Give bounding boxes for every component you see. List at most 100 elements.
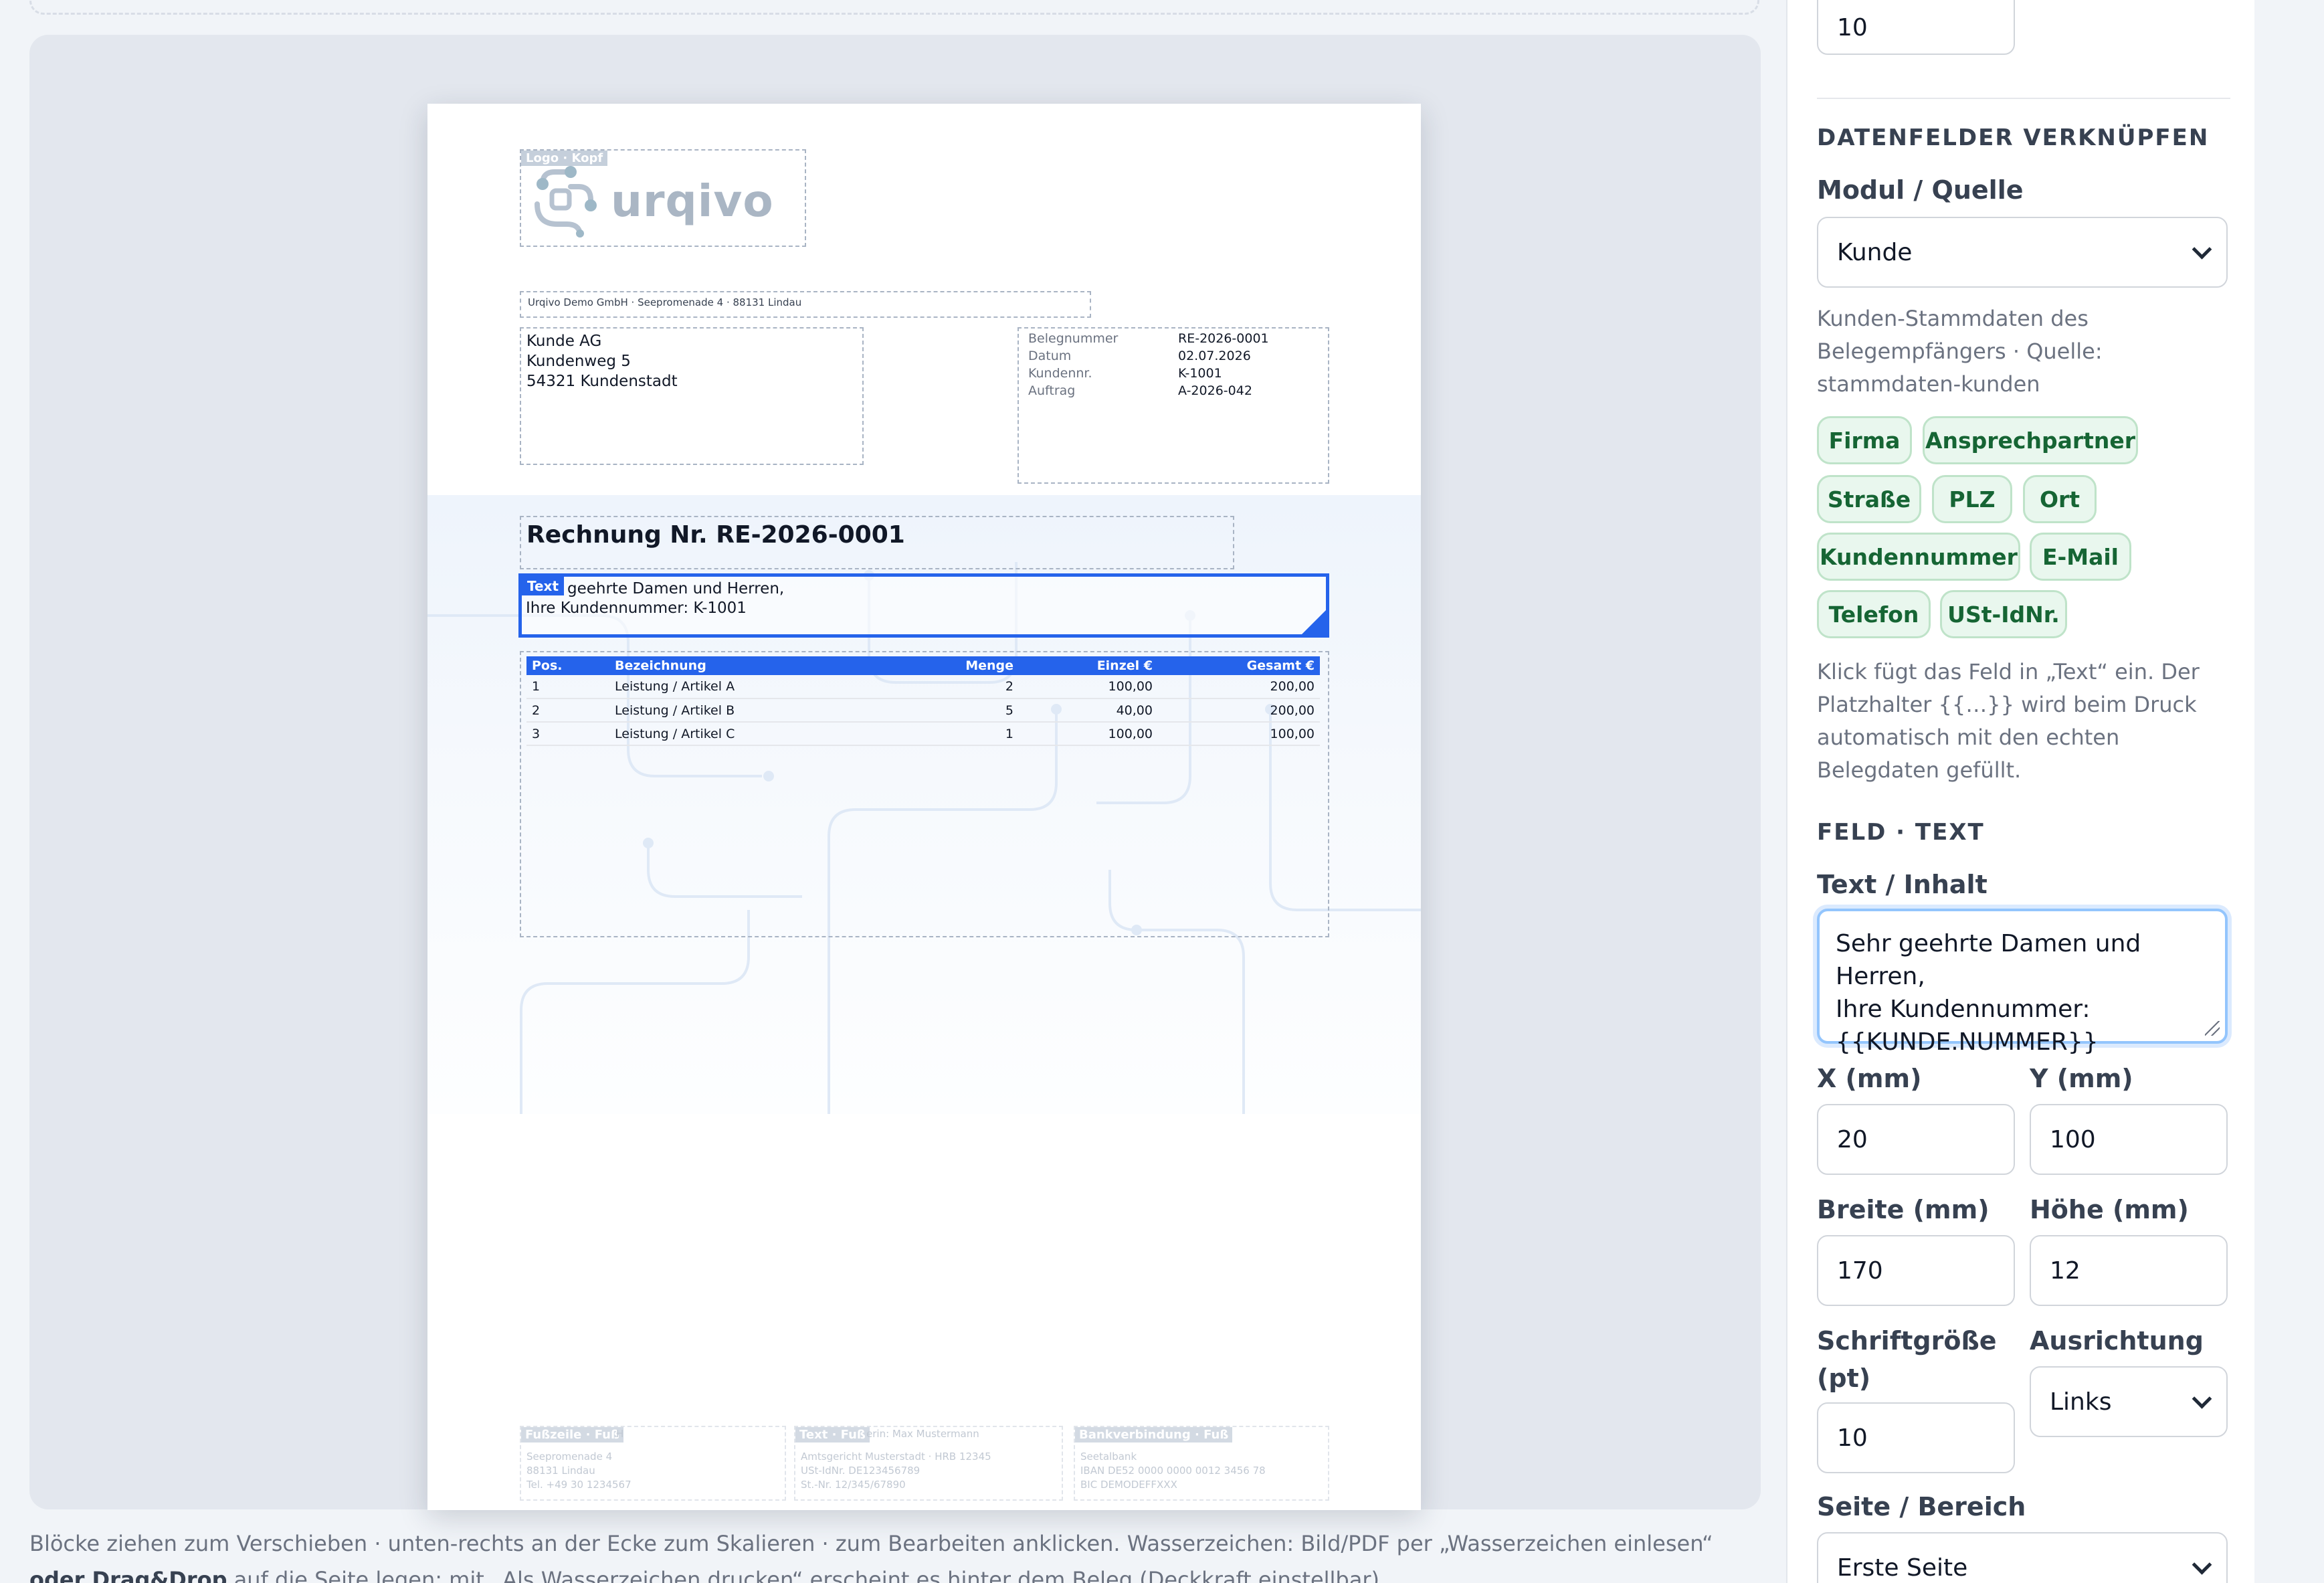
column-header: Bezeichnung (609, 656, 929, 675)
column-header: Gesamt € (1158, 656, 1320, 675)
textarea-resize-grip-icon[interactable] (2205, 1021, 2220, 1036)
text-block-content: geehrte Damen und Herren, Ihre Kundennum… (526, 579, 784, 618)
table-cell: 100,00 (1158, 722, 1320, 746)
logo-wordmark: urqivo (611, 175, 774, 227)
chip-telefon[interactable]: Telefon (1817, 590, 1931, 638)
table-cell: Leistung / Artikel B (609, 699, 929, 723)
footer-line: USt-IdNr. DE123456789 (801, 1465, 921, 1477)
sender-line: Urqivo Demo GmbH · Seepromenade 4 · 8813… (528, 296, 802, 308)
module-description: Kunden-Stammdaten des Belegempfängers · … (1817, 306, 2103, 397)
footer-line: Amtsgericht Musterstadt · HRB 12345 (801, 1451, 991, 1463)
title-block[interactable]: Rechnung Nr. RE-2026-0001 (520, 516, 1234, 569)
table-cell: 2 (929, 675, 1019, 699)
hint-text: Blöcke ziehen zum Verschieben · unten-re… (29, 1531, 1713, 1556)
meta-label: Auftrag (1028, 383, 1076, 398)
table-cell: Leistung / Artikel A (609, 675, 929, 699)
meta-value: A-2026-042 (1178, 383, 1252, 398)
chip-email[interactable]: E-Mail (2030, 533, 2131, 581)
meta-label: Kundennr. (1028, 366, 1092, 381)
footer-block-legal[interactable]: Text · Fuß erin: Max Mustermann Amtsgeri… (794, 1426, 1063, 1501)
logo: urqivo (529, 164, 774, 238)
table-cell: 5 (929, 699, 1019, 723)
hint-text: auf die Seite legen; mit „Als Wasserzeic… (233, 1567, 1387, 1583)
table-row: 1 Leistung / Artikel A 2 100,00 200,00 (526, 675, 1320, 699)
meta-label: Belegnummer (1028, 331, 1119, 346)
chips-description: Klick fügt das Feld in „Text“ ein. Der P… (1817, 659, 2200, 783)
chip-plz[interactable]: PLZ (1932, 475, 2012, 523)
chip-strasse[interactable]: Straße (1817, 475, 1921, 523)
block-tag: Text · Fuß (795, 1427, 870, 1442)
previous-block-outline (29, 0, 1759, 15)
footer-line: St.-Nr. 12/345/67890 (801, 1479, 906, 1491)
height-input[interactable]: 12 (2030, 1235, 2228, 1306)
meta-row: Datum 02.07.2026 (1028, 347, 1269, 365)
text-line: geehrte Damen und Herren, (567, 580, 785, 597)
table-cell: 2 (526, 699, 609, 723)
selected-text-block[interactable]: geehrte Damen und Herren, Ihre Kundennum… (518, 573, 1329, 638)
block-tag: Fußzeile · Fuß (521, 1427, 623, 1442)
recipient-line: Kundenweg 5 (526, 353, 631, 370)
table-cell: 100,00 (1019, 722, 1158, 746)
alignment-label: Ausrichtung (2030, 1326, 2204, 1356)
recipient-address-block[interactable]: Kunde AG Kundenweg 5 54321 Kundenstadt (520, 327, 864, 465)
x-input[interactable]: 20 (1817, 1104, 2015, 1175)
text-content-textarea[interactable]: Sehr geehrte Damen und Herren, Ihre Kund… (1817, 909, 2228, 1056)
chip-kundennummer[interactable]: Kundennummer (1817, 533, 2020, 581)
footer-line: IBAN DE52 0000 0000 0012 3456 78 (1080, 1465, 1266, 1477)
text-content-label: Text / Inhalt (1817, 870, 1988, 899)
font-size-input[interactable]: 10 (1817, 1402, 2015, 1473)
meta-label: Datum (1028, 349, 1072, 363)
table-cell: 3 (526, 722, 609, 746)
panel-divider (1817, 98, 2230, 99)
module-select-value: Kunde (1837, 238, 1913, 266)
document-meta-block[interactable]: Belegnummer RE-2026-0001 Datum 02.07.2026 … (1018, 327, 1329, 484)
alignment-select[interactable]: Links (2030, 1366, 2228, 1437)
table-row: 2 Leistung / Artikel B 5 40,00 200,00 (526, 699, 1320, 723)
block-tag: Bankverbindung · Fuß (1075, 1427, 1233, 1442)
footer-line: Seetalbank (1080, 1451, 1137, 1463)
table-row: 3 Leistung / Artikel C 1 100,00 100,00 (526, 722, 1320, 746)
properties-panel: 10 DATENFELDER VERKNÜPFEN Modul / Quelle… (1786, 0, 2254, 1583)
chip-ort[interactable]: Ort (2023, 475, 2097, 523)
chip-ustidnr[interactable]: USt-IdNr. (1940, 590, 2067, 638)
y-label: Y (mm) (2030, 1064, 2133, 1093)
meta-value: K-1001 (1178, 366, 1222, 381)
chip-ansprechpartner[interactable]: Ansprechpartner (1923, 416, 2138, 464)
column-header: Einzel € (1019, 656, 1158, 675)
meta-value: 02.07.2026 (1178, 349, 1251, 363)
column-header: Menge (929, 656, 1019, 675)
footer-text: Seepromenade 4 88131 Lindau Tel. +49 30 … (526, 1450, 632, 1492)
footer-text: Amtsgericht Musterstadt · HRB 12345 USt-… (801, 1450, 991, 1492)
items-table-block[interactable]: Pos. Bezeichnung Menge Einzel € Gesamt €… (520, 651, 1329, 937)
textarea-value: Sehr geehrte Damen und Herren, Ihre Kund… (1836, 930, 2141, 1056)
module-select[interactable]: Kunde (1817, 217, 2228, 288)
table-cell: 200,00 (1158, 699, 1320, 723)
hint-bold-text: oder Drag&Drop (29, 1567, 227, 1583)
footer-line: Tel. +49 30 1234567 (526, 1479, 632, 1491)
footer-line: BIC DEMODEFFXXX (1080, 1479, 1177, 1491)
meta-value: RE-2026-0001 (1178, 331, 1269, 346)
text-line: Ihre Kundennummer: K-1001 (526, 599, 747, 617)
footer-tail-text: erin: Max Mustermann (866, 1428, 979, 1440)
datafields-section-title: DATENFELDER VERKNÜPFEN (1817, 124, 2210, 151)
scrollbar-track[interactable] (2256, 0, 2324, 1583)
footer-block-company[interactable]: Fußzeile · Fuß H Seepromenade 4 88131 Li… (520, 1426, 786, 1501)
logo-block[interactable]: urqivo Logo · Kopf (520, 149, 806, 247)
table-header-row: Pos. Bezeichnung Menge Einzel € Gesamt € (526, 656, 1320, 675)
recipient-line: 54321 Kundenstadt (526, 373, 678, 390)
table-cell: 200,00 (1158, 675, 1320, 699)
page-area-label: Seite / Bereich (1817, 1492, 2026, 1521)
designer-canvas: urqivo Logo · Kopf Urqivo Demo GmbH · Se… (29, 35, 1761, 1510)
previous-value-input[interactable]: 10 (1817, 0, 2015, 55)
resize-handle[interactable] (1302, 610, 1326, 634)
page-area-select[interactable]: Erste Seite (1817, 1532, 2228, 1583)
footer-block-bank[interactable]: Bankverbindung · Fuß Seetalbank IBAN DE5… (1074, 1426, 1329, 1501)
designer-hint-text: Blöcke ziehen zum Verschieben · unten-re… (29, 1525, 1769, 1583)
sender-line-block[interactable]: Urqivo Demo GmbH · Seepromenade 4 · 8813… (520, 291, 1091, 318)
document-page[interactable]: urqivo Logo · Kopf Urqivo Demo GmbH · Se… (427, 104, 1421, 1510)
chip-firma[interactable]: Firma (1817, 416, 1912, 464)
table-cell: 100,00 (1019, 675, 1158, 699)
y-input[interactable]: 100 (2030, 1104, 2228, 1175)
width-input[interactable]: 170 (1817, 1235, 2015, 1306)
footer-line: Seepromenade 4 (526, 1451, 613, 1463)
